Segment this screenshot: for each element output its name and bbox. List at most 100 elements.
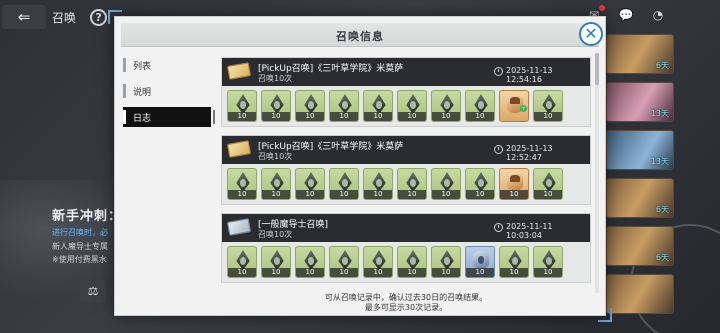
crystal-result-card[interactable]: 10 [465,90,495,122]
crystal-result-card[interactable]: 10 [431,246,461,278]
crystal-result-card[interactable]: 10 [261,90,291,122]
new-badge-icon: + [520,105,527,112]
settings-icon[interactable]: ◔ [650,8,666,22]
card-count: 10 [262,112,290,121]
card-count: 10 [364,268,392,277]
log-entry-header: [一般魔导士召唤] 召唤10次 2025-11-11 10:03:04 [222,214,590,242]
card-count: 10 [534,268,562,277]
banner-card[interactable]: 6天 [606,226,674,266]
nav-item-label: 列表 [133,61,152,72]
crystal-icon [338,250,352,270]
result-cards: 10 10 10 10 10 10 10 10 10 10 [222,242,590,282]
crystal-result-card[interactable]: 10 [261,168,291,200]
chat-icon[interactable]: 💬 [618,8,634,22]
nav-item-description[interactable]: 说明 [123,81,211,101]
card-count: 10 [500,268,528,277]
crystal-result-card[interactable]: 10 [329,246,359,278]
character-result-card[interactable]: 10 [499,168,529,200]
nav-item-log[interactable]: 日志 [123,107,215,127]
card-count: 10 [398,190,426,199]
card-count: 10 [364,190,392,199]
card-count: 10 [228,268,256,277]
crystal-result-card[interactable]: 10 [329,90,359,122]
summon-ticket-icon [226,140,252,158]
crystal-result-card[interactable]: 10 [533,90,563,122]
card-count: 10 [534,190,562,199]
character-result-card[interactable]: 10 [465,246,495,278]
nav-item-label: 日志 [133,113,152,124]
crystal-icon [338,172,352,192]
right-banner-rail: 6天 13天 13天 6天 6天 [606,34,720,333]
card-count: 10 [330,112,358,121]
character-result-card[interactable]: + [499,90,529,122]
crystal-result-card[interactable]: 10 [533,246,563,278]
summon-info-dialog: 召唤信息 ✕ 列表 说明 日志 [PickUp召唤]《三叶草学院》米莫萨 召唤10… [114,16,606,316]
crystal-result-card[interactable]: 10 [397,90,427,122]
back-button[interactable]: ⇐ [2,5,46,29]
banner-card[interactable] [606,274,674,314]
crystal-result-card[interactable]: 10 [397,168,427,200]
crystal-icon [270,250,284,270]
crystal-result-card[interactable]: 10 [227,168,257,200]
days-remaining: 13天 [650,157,669,166]
balance-scale-icon[interactable]: ⚖ [80,280,106,302]
crystal-icon [338,94,352,114]
crystal-icon [236,250,250,270]
crystal-result-card[interactable]: 10 [431,168,461,200]
help-button[interactable]: ? [90,8,108,26]
scrollbar[interactable] [595,53,599,293]
card-count: 10 [500,190,528,199]
crystal-result-card[interactable]: 10 [295,168,325,200]
crystal-result-card[interactable]: 10 [261,246,291,278]
side-nav: 列表 说明 日志 [123,55,215,133]
crystal-result-card[interactable]: 10 [363,168,393,200]
crystal-result-card[interactable]: 10 [533,168,563,200]
summon-count: 召唤10次 [258,74,293,83]
crystal-result-card[interactable]: 10 [227,246,257,278]
crystal-icon [236,94,250,114]
summon-timestamp: 2025-11-11 10:03:04 [506,222,553,240]
clock-icon [494,223,503,232]
log-entry: [PickUp召唤]《三叶草学院》米莫萨 召唤10次 2025-11-13 12:5… [221,57,591,127]
crystal-result-card[interactable]: 10 [363,90,393,122]
banner-card[interactable]: 6天 [606,34,674,74]
crystal-icon [406,172,420,192]
crystal-result-card[interactable]: 10 [397,246,427,278]
crystal-result-card[interactable]: 10 [431,90,461,122]
crystal-result-card[interactable]: 10 [295,90,325,122]
days-remaining: 6天 [655,205,669,214]
crystal-icon [372,94,386,114]
scroll-thumb[interactable] [595,53,599,85]
banner-card[interactable]: 6天 [606,178,674,218]
card-count: 10 [432,112,460,121]
banner-card[interactable]: 13天 [606,82,674,122]
card-count: 10 [398,112,426,121]
crystal-icon [440,250,454,270]
summon-count: 召唤10次 [258,230,293,239]
crystal-icon [440,94,454,114]
card-count: 10 [296,268,324,277]
crystal-icon [406,250,420,270]
summon-timestamp: 2025-11-13 12:52:47 [506,144,553,162]
crystal-result-card[interactable]: 10 [329,168,359,200]
summon-log-list[interactable]: [PickUp召唤]《三叶草学院》米莫萨 召唤10次 2025-11-13 12:5… [221,57,591,293]
crystal-icon [372,172,386,192]
card-count: 10 [432,268,460,277]
crystal-result-card[interactable]: 10 [363,246,393,278]
nav-item-list[interactable]: 列表 [123,55,211,75]
card-count: 10 [330,190,358,199]
crystal-result-card[interactable]: 10 [227,90,257,122]
crystal-result-card[interactable]: 10 [499,246,529,278]
footer-line: 最多可显示30次记录。 [364,303,448,312]
summon-ticket-icon [226,218,252,236]
result-cards: 10 10 10 10 10 10 10 10 10 10 [222,164,590,204]
close-button[interactable]: ✕ [579,22,603,46]
card-count: 10 [296,112,324,121]
result-cards: 10 10 10 10 10 10 10 10 +10 [222,86,590,126]
crystal-icon [304,250,318,270]
crystal-result-card[interactable]: 10 [295,246,325,278]
card-count: 10 [296,190,324,199]
banner-card[interactable]: 13天 [606,130,674,170]
card-count: 10 [262,190,290,199]
crystal-result-card[interactable]: 10 [465,168,495,200]
